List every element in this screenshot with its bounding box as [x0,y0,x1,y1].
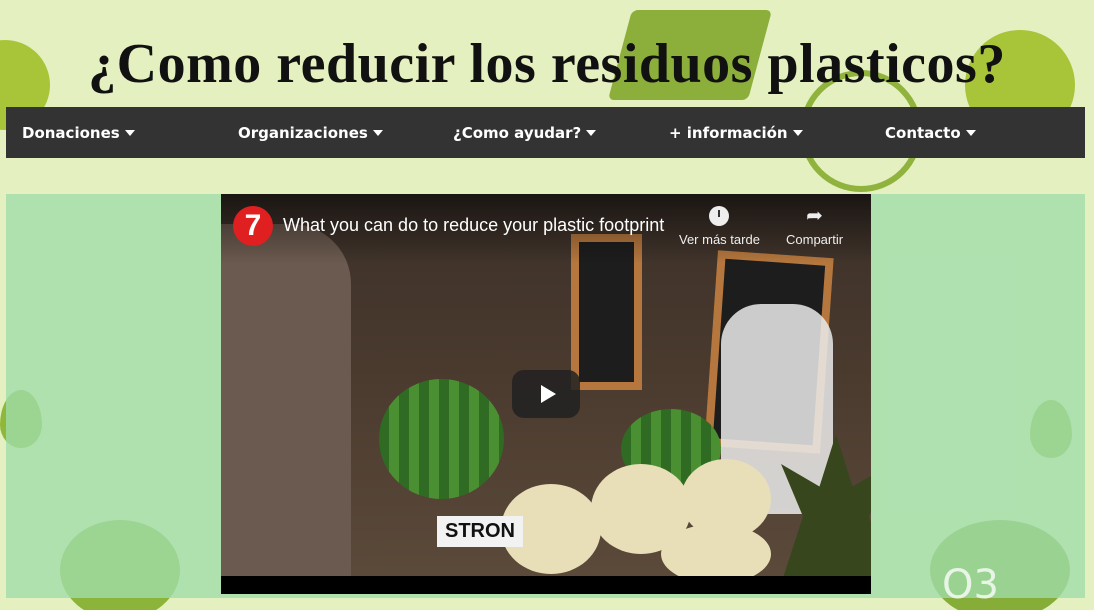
o3-decoration: O3 [942,562,999,608]
watch-later-label: Ver más tarde [679,232,760,247]
person-figure [221,224,351,576]
nav-item-label: + información [669,124,788,142]
nav-item-contacto[interactable]: Contacto [885,124,976,142]
nav-item-como-ayudar[interactable]: ¿Como ayudar? [453,124,597,142]
chevron-down-icon [792,130,803,136]
video-header: 7 What you can do to reduce your plastic… [221,194,871,264]
watermelon [379,379,504,499]
page-title: ¿Como reducir los residuos plasticos? [88,32,1006,95]
nav-item-label: Organizaciones [238,124,368,142]
share-icon: ➦ [806,205,823,227]
clock-icon [709,206,730,226]
play-button[interactable] [512,370,580,418]
chevron-down-icon [372,130,383,136]
chevron-down-icon [124,130,135,136]
video-player[interactable]: STRON 7 What you can do to reduce your p… [221,194,871,594]
nav-item-informacion[interactable]: + información [669,124,803,142]
share-label: Compartir [786,232,844,247]
nav-item-label: ¿Como ayudar? [453,124,582,142]
channel-logo[interactable]: 7 [233,206,273,246]
video-title[interactable]: What you can do to reduce your plastic f… [283,215,664,236]
video-bottom-bar [221,576,871,594]
share-button[interactable]: ➦ Compartir [786,206,843,247]
video-overlay-text: STRON [437,516,523,547]
nav-item-donaciones[interactable]: Donaciones [22,124,135,142]
nav-item-label: Contacto [885,124,961,142]
melon [661,524,771,584]
navbar: Donaciones Organizaciones ¿Como ayudar? … [6,107,1085,158]
nav-item-label: Donaciones [22,124,120,142]
play-icon [540,385,556,403]
chevron-down-icon [586,130,597,136]
nav-item-organizaciones[interactable]: Organizaciones [238,124,383,142]
watch-later-button[interactable]: Ver más tarde [679,206,760,247]
chevron-down-icon [965,130,976,136]
